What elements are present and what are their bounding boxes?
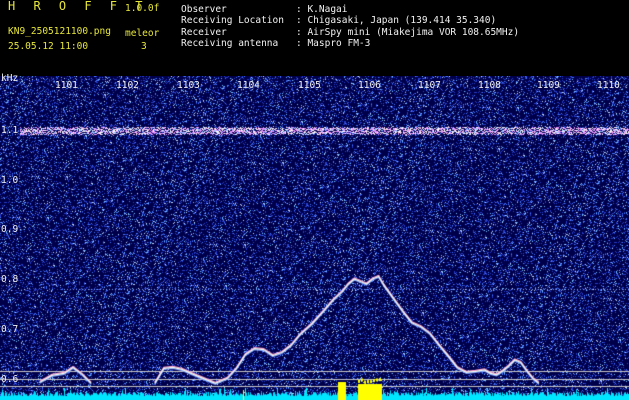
mode-value: 3 [141, 41, 147, 52]
x-tick-label: 1109 [537, 80, 560, 91]
x-tick-label: 1110 [597, 80, 620, 91]
mode-label: meleor [125, 28, 160, 39]
location-value: : Chigasaki, Japan (139.414 35.340) [296, 15, 497, 26]
x-tick-label: 1101 [55, 80, 78, 91]
y-tick-label: 1.0 [1, 175, 19, 186]
observer-label: Observer [181, 4, 227, 15]
y-tick-label: 0.6 [1, 374, 19, 385]
y-axis-unit: kHz [1, 73, 19, 84]
x-tick-label: 1107 [418, 80, 441, 91]
receiver-value: : AirSpy mini (Miakejima VOR 108.65MHz) [296, 27, 520, 38]
antenna-label: Receiving antenna [181, 38, 279, 49]
header-panel: H R O F F T 1.0.0f KN9_2505121100.png me… [0, 0, 629, 74]
filename-label: KN9_2505121100.png [8, 26, 111, 37]
location-label: Receiving Location [181, 15, 284, 26]
datetime-label: 25.05.12 11:00 [8, 41, 89, 52]
x-tick-label: 1103 [177, 80, 200, 91]
x-tick-label: 1105 [298, 80, 321, 91]
y-tick-label: 0.8 [1, 274, 19, 285]
version-label: 1.0.0f [125, 3, 160, 14]
x-tick-label: 1108 [478, 80, 501, 91]
y-tick-label: 0.9 [1, 224, 19, 235]
x-tick-label: 1106 [358, 80, 381, 91]
receiver-label: Receiver [181, 27, 227, 38]
x-tick-label: 1102 [116, 80, 139, 91]
observer-value: : K.Nagai [296, 4, 348, 15]
spectrogram-plot [0, 76, 629, 400]
x-tick-label: 1104 [237, 80, 260, 91]
antenna-value: : Maspro FM-3 [296, 38, 371, 49]
y-tick-label: 1.1 [1, 125, 19, 136]
y-tick-label: 0.7 [1, 324, 19, 335]
